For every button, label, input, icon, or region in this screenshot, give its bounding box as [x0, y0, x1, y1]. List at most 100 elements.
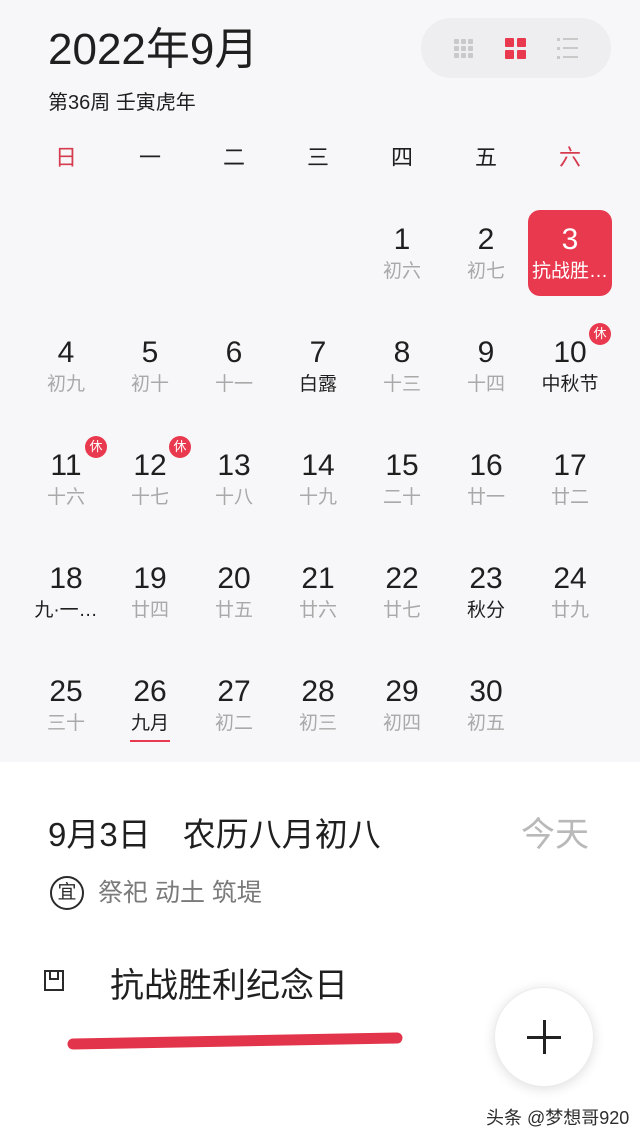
yi-activities: 祭祀 动土 筑堤 [98, 879, 262, 907]
day-number: 1 [393, 223, 411, 256]
day-cell-7[interactable]: 7 白露 [276, 323, 360, 409]
day-cell-4[interactable]: 4 初九 [24, 323, 108, 409]
lunar-date: 十八 [214, 487, 253, 508]
weekday-label: 二 [222, 145, 245, 170]
lunar-date: 廿七 [382, 600, 421, 621]
day-number: 16 [469, 449, 503, 482]
day-cell-1[interactable]: 1 初六 [360, 210, 444, 296]
day-cell-3[interactable]: 3 抗战胜… [528, 210, 612, 296]
lunar-date: 十四 [466, 374, 505, 395]
day-number: 17 [553, 449, 587, 482]
lunar-date: 二十 [382, 487, 421, 508]
list-icon [556, 37, 578, 59]
day-cell-20[interactable]: 20 廿五 [192, 549, 276, 635]
lunar-date: 白露 [298, 374, 337, 395]
day-number: 5 [141, 336, 159, 369]
lunar-date: 十一 [214, 374, 253, 395]
day-number: 4 [57, 336, 75, 369]
empty-day-cell [24, 210, 108, 296]
date-underline [130, 740, 170, 742]
day-number: 3 [561, 223, 579, 256]
holiday-badge: 休 [589, 323, 611, 345]
day-number: 29 [385, 675, 419, 708]
day-cell-14[interactable]: 14 十九 [276, 436, 360, 522]
day-cell-2[interactable]: 2 初七 [444, 210, 528, 296]
add-event-button[interactable] [494, 987, 594, 1087]
day-number: 30 [469, 675, 503, 708]
lunar-date: 廿二 [550, 487, 589, 508]
day-cell-21[interactable]: 21 廿六 [276, 549, 360, 635]
empty-day-cell [192, 210, 276, 296]
today-button[interactable]: 今天 [521, 814, 589, 856]
lunar-date: 初十 [130, 374, 169, 395]
holiday-badge: 休 [85, 436, 107, 458]
lunar-date: 十六 [46, 487, 85, 508]
day-number: 18 [49, 562, 83, 595]
day-number: 27 [217, 675, 251, 708]
day-number: 7 [309, 336, 327, 369]
day-cell-24[interactable]: 24 廿九 [528, 549, 612, 635]
lunar-date: 三十 [46, 713, 85, 734]
lunar-date: 廿五 [214, 600, 253, 621]
day-cell-30[interactable]: 30 初五 [444, 662, 528, 748]
lunar-date: 廿四 [130, 600, 169, 621]
four-grid-view-button[interactable] [489, 18, 541, 78]
month-title[interactable]: 2022年9月 [48, 24, 258, 76]
lunar-date: 初二 [214, 713, 253, 734]
day-cell-12[interactable]: 12 十七休 [108, 436, 192, 522]
day-cell-5[interactable]: 5 初十 [108, 323, 192, 409]
lunar-date: 初五 [466, 713, 505, 734]
day-cell-8[interactable]: 8 十三 [360, 323, 444, 409]
weekday-label: 三 [306, 145, 329, 170]
day-cell-11[interactable]: 11 十六休 [24, 436, 108, 522]
day-cell-16[interactable]: 16 廿一 [444, 436, 528, 522]
selected-lunar-date: 农历八月初八 [182, 816, 381, 853]
weekday-label: 一 [138, 145, 161, 170]
week-row: 11 十六休 12 十七休 13 十八 14 十九 15 二十 16 廿一 17 廿二 [24, 436, 612, 522]
day-number: 13 [217, 449, 251, 482]
list-view-button[interactable] [541, 18, 593, 78]
day-number: 19 [133, 562, 167, 595]
week-info: 第36周 壬寅虎年 [48, 92, 196, 114]
empty-day-cell [528, 662, 612, 748]
four-grid-icon [504, 37, 526, 59]
day-cell-15[interactable]: 15 二十 [360, 436, 444, 522]
day-cell-19[interactable]: 19 廿四 [108, 549, 192, 635]
lunar-date: 秋分 [466, 600, 505, 621]
day-cell-6[interactable]: 6 十一 [192, 323, 276, 409]
week-row: 25 三十 26 九月 27 初二 28 初三 29 初四 30 初五 [24, 662, 612, 748]
day-number: 14 [301, 449, 335, 482]
weekday-label: 日 [54, 145, 77, 170]
watermark: 头条 @梦想哥920 [486, 1108, 630, 1128]
lunar-date: 中秋节 [541, 374, 599, 395]
red-annotation-stroke [67, 1032, 403, 1050]
lunar-date: 十九 [298, 487, 337, 508]
day-cell-29[interactable]: 29 初四 [360, 662, 444, 748]
holiday-badge: 休 [169, 436, 191, 458]
lunar-date: 十七 [130, 487, 169, 508]
day-cell-18[interactable]: 18 九·一… [24, 549, 108, 635]
day-cell-9[interactable]: 9 十四 [444, 323, 528, 409]
event-title[interactable]: 抗战胜利纪念日 [110, 965, 348, 1007]
day-cell-25[interactable]: 25 三十 [24, 662, 108, 748]
selected-date: 9月3日 [48, 816, 151, 853]
nine-grid-view-button[interactable] [437, 18, 489, 78]
lunar-date: 廿一 [466, 487, 505, 508]
day-cell-23[interactable]: 23 秋分 [444, 549, 528, 635]
view-switcher [421, 18, 611, 78]
day-number: 21 [301, 562, 335, 595]
weekday-label: 四 [390, 145, 413, 170]
day-cell-10[interactable]: 10 中秋节休 [528, 323, 612, 409]
day-cell-28[interactable]: 28 初三 [276, 662, 360, 748]
day-cell-22[interactable]: 22 廿七 [360, 549, 444, 635]
lunar-date: 九月 [130, 713, 169, 734]
weekday-label: 六 [558, 145, 581, 170]
day-number: 23 [469, 562, 503, 595]
month-grid: 1 初六 2 初七 3 抗战胜… 4 初九 5 初十 6 十一 7 白露 8 十三 9 十四 10 中秋节休 11 十六休… [24, 210, 612, 775]
lunar-date: 廿九 [550, 600, 589, 621]
day-cell-27[interactable]: 27 初二 [192, 662, 276, 748]
day-cell-26[interactable]: 26 九月 [108, 662, 192, 748]
lunar-date: 初九 [46, 374, 85, 395]
day-cell-17[interactable]: 17 廿二 [528, 436, 612, 522]
day-cell-13[interactable]: 13 十八 [192, 436, 276, 522]
